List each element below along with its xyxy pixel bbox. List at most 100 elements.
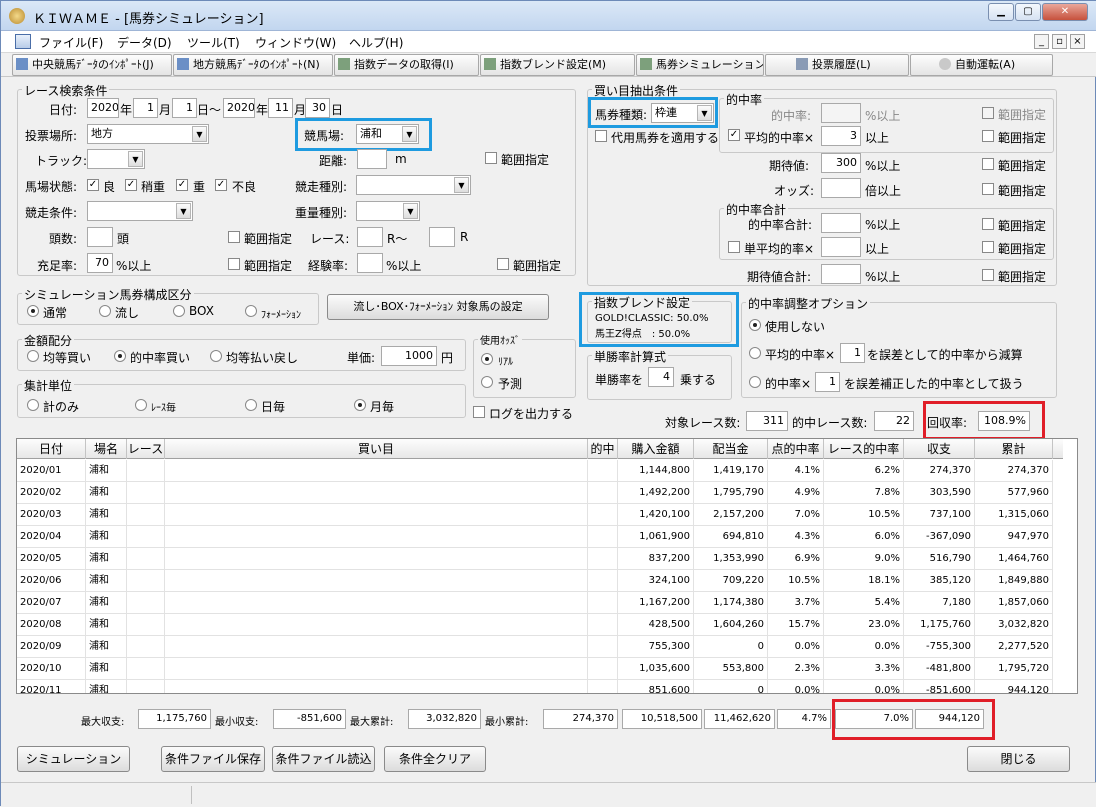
single-avg-checkbox[interactable]	[728, 241, 740, 253]
table-row[interactable]: 2020/05 浦和 837,200 1,353,990 6.9% 9.0% 516,790…	[17, 548, 1053, 570]
expected-value-input[interactable]: 300	[821, 153, 861, 173]
sim-nagashi-radio[interactable]	[99, 305, 111, 317]
distance-input[interactable]	[357, 149, 387, 169]
equal-buy-radio[interactable]	[27, 350, 39, 362]
table-row[interactable]: 2020/11 浦和 851,600 0 0.0% 0.0% -851,600 944,120	[17, 680, 1053, 693]
expected-sum-range-checkbox[interactable]	[982, 269, 994, 281]
close-button[interactable]: 閉じる	[967, 746, 1070, 772]
header-combination[interactable]: 買い目	[165, 439, 588, 459]
menu-data[interactable]: データ(D)	[117, 34, 172, 51]
header-race[interactable]: レース	[127, 439, 165, 459]
to-day-input[interactable]: 30	[305, 98, 330, 118]
header-balance[interactable]: 収支	[904, 439, 975, 459]
table-row[interactable]: 2020/07 浦和 1,167,200 1,174,380 3.7% 5.4% 7,180…	[17, 592, 1053, 614]
menu-window[interactable]: ウィンドウ(W)	[255, 34, 336, 51]
sim-formation-radio[interactable]	[245, 305, 257, 317]
adjust-correct-radio[interactable]	[749, 376, 761, 388]
cond-good-checkbox[interactable]: ✓	[87, 179, 99, 191]
agg-race-radio[interactable]	[135, 399, 147, 411]
avg-hit-input[interactable]: 3	[821, 126, 861, 146]
to-year-input[interactable]: 2020	[223, 98, 255, 118]
experience-input[interactable]	[357, 253, 383, 273]
hit-rate-buy-radio[interactable]	[114, 350, 126, 362]
table-row[interactable]: 2020/10 浦和 1,035,600 553,800 2.3% 3.3% -481,80…	[17, 658, 1053, 680]
simulate-button[interactable]: シミュレーション	[17, 746, 130, 772]
header-cumulative[interactable]: 累計	[975, 439, 1053, 459]
expected-sum-input[interactable]	[821, 264, 861, 284]
from-day-input[interactable]: 1	[172, 98, 197, 118]
sim-box-radio[interactable]	[173, 305, 185, 317]
cond-heavy-checkbox[interactable]: ✓	[176, 179, 188, 191]
adjust-correct-input[interactable]: 1	[815, 372, 840, 392]
win-rate-input[interactable]: 4	[648, 367, 674, 387]
proxy-ticket-checkbox[interactable]	[595, 130, 607, 142]
adjust-none-radio[interactable]	[749, 319, 761, 331]
agg-total-radio[interactable]	[27, 399, 39, 411]
log-output-checkbox[interactable]	[473, 406, 485, 418]
cond-bad-checkbox[interactable]: ✓	[215, 179, 227, 191]
menu-tools[interactable]: ツール(T)	[187, 34, 240, 51]
hit-sum-range-checkbox[interactable]	[982, 218, 994, 230]
expected-range-checkbox[interactable]	[982, 158, 994, 170]
experience-range-checkbox[interactable]	[497, 258, 509, 270]
agg-month-radio[interactable]	[354, 399, 366, 411]
avg-hit-range-checkbox[interactable]	[982, 130, 994, 142]
target-horse-settings-button[interactable]: 流し･BOX･ﾌｫｰﾒｰｼｮﾝ 対象馬の設定	[327, 294, 549, 320]
header-purchase[interactable]: 購入金額	[618, 439, 694, 459]
menu-file[interactable]: ファイル(F)	[39, 34, 103, 51]
ticket-sim-button[interactable]: 馬券シミュレーション(B)	[636, 54, 764, 76]
race-kind-select[interactable]: ▼	[356, 175, 471, 195]
mdi-close-button[interactable]: ×	[1070, 34, 1085, 49]
equal-payout-radio[interactable]	[210, 350, 222, 362]
save-conditions-button[interactable]: 条件ファイル保存	[161, 746, 265, 772]
from-month-input[interactable]: 1	[133, 98, 158, 118]
vote-history-button[interactable]: 投票履歴(L)	[765, 54, 909, 76]
maximize-button[interactable]: ▢	[1015, 3, 1041, 21]
heads-range-checkbox[interactable]	[228, 231, 240, 243]
table-row[interactable]: 2020/06 浦和 324,100 709,220 10.5% 18.1% 385,120…	[17, 570, 1053, 592]
header-venue[interactable]: 場名	[86, 439, 127, 459]
close-window-button[interactable]: ✕	[1042, 3, 1088, 21]
unit-price-input[interactable]: 1000	[381, 346, 437, 366]
odds-input[interactable]	[821, 178, 861, 198]
single-avg-input[interactable]	[821, 237, 861, 257]
heads-input[interactable]	[87, 227, 113, 247]
single-avg-range-checkbox[interactable]	[982, 241, 994, 253]
mdi-restore-button[interactable]: ▫	[1052, 34, 1067, 49]
from-year-input[interactable]: 2020	[87, 98, 119, 118]
table-row[interactable]: 2020/01 浦和 1,144,800 1,419,170 4.1% 6.2% 274,3…	[17, 460, 1053, 482]
table-row[interactable]: 2020/09 浦和 755,300 0 0.0% 0.0% -755,300 2,277,5…	[17, 636, 1053, 658]
import-local-button[interactable]: 地方競馬ﾃﾞｰﾀのｲﾝﾎﾟｰﾄ(N)	[173, 54, 333, 76]
adjust-subtract-radio[interactable]	[749, 347, 761, 359]
odds-range-checkbox[interactable]	[982, 183, 994, 195]
fill-rate-input[interactable]: 70	[87, 253, 113, 273]
distance-range-checkbox[interactable]	[485, 152, 497, 164]
race-to-input[interactable]	[429, 227, 455, 247]
table-row[interactable]: 2020/03 浦和 1,420,100 2,157,200 7.0% 10.5% 737,…	[17, 504, 1053, 526]
odds-real-radio[interactable]	[481, 353, 493, 365]
adjust-subtract-input[interactable]: 1	[840, 343, 865, 363]
avg-hit-checkbox[interactable]: ✓	[728, 129, 740, 141]
table-row[interactable]: 2020/04 浦和 1,061,900 694,810 4.3% 6.0% -367,09…	[17, 526, 1053, 548]
results-table[interactable]: 日付 場名 レース 買い目 的中 購入金額 配当金 点的中率 レース的中率 収支 累計 2020/0…	[16, 438, 1078, 694]
race-from-input[interactable]	[357, 227, 383, 247]
header-date[interactable]: 日付	[17, 439, 86, 459]
minimize-button[interactable]: ▁	[988, 3, 1014, 21]
hit-rate-range-checkbox[interactable]	[982, 107, 994, 119]
auto-run-button[interactable]: 自動運転(A)	[910, 54, 1053, 76]
clear-conditions-button[interactable]: 条件全クリア	[384, 746, 486, 772]
load-conditions-button[interactable]: 条件ファイル読込	[272, 746, 375, 772]
blend-settings-button[interactable]: 指数ブレンド設定(M)	[480, 54, 635, 76]
hit-sum-input[interactable]	[821, 213, 861, 233]
fetch-index-button[interactable]: 指数データの取得(I)	[334, 54, 479, 76]
header-race-rate[interactable]: レース的中率	[824, 439, 904, 459]
import-central-button[interactable]: 中央競馬ﾃﾞｰﾀのｲﾝﾎﾟｰﾄ(J)	[12, 54, 172, 76]
to-month-input[interactable]: 11	[268, 98, 293, 118]
sim-normal-radio[interactable]	[27, 305, 39, 317]
course-select[interactable]: ▼	[87, 149, 145, 169]
header-hit[interactable]: 的中	[588, 439, 618, 459]
fill-range-checkbox[interactable]	[228, 258, 240, 270]
agg-day-radio[interactable]	[245, 399, 257, 411]
race-condition-select[interactable]: ▼	[87, 201, 193, 221]
hit-rate-input[interactable]	[821, 103, 861, 123]
